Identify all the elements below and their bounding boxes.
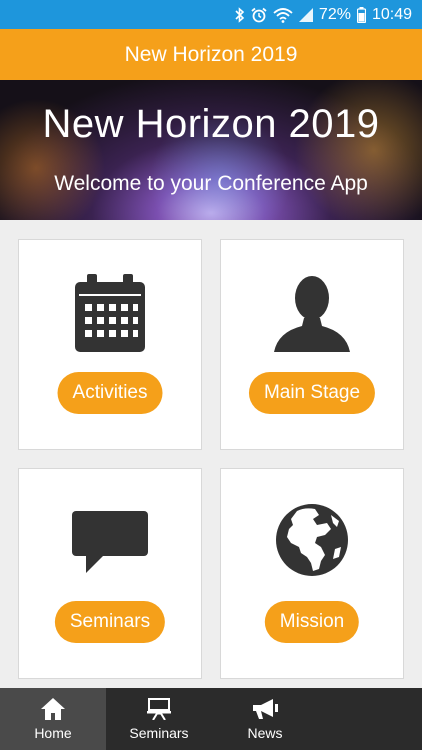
nav-news-label: News [247,724,283,741]
tile-seminars[interactable]: Seminars [18,468,202,679]
app-bar-title: New Horizon 2019 [124,42,298,66]
bottom-nav: Home Seminars News [0,688,422,750]
battery-percent: 72% [318,5,351,23]
nav-home[interactable]: Home [0,688,106,750]
person-icon [274,276,350,352]
tile-activities[interactable]: Activities [18,239,202,450]
hero-title: New Horizon 2019 [42,102,380,146]
megaphone-icon [253,698,278,719]
signal-icon [298,7,313,22]
nav-home-label: Home [34,724,72,741]
nav-news[interactable]: News [212,688,318,750]
nav-seminars[interactable]: Seminars [106,688,212,750]
wifi-icon [273,7,293,23]
seminars-button[interactable]: Seminars [54,601,166,643]
tile-main-stage[interactable]: Main Stage [220,239,404,450]
activities-button[interactable]: Activities [57,372,163,414]
globe-icon [276,504,348,576]
nav-seminars-label: Seminars [129,724,189,741]
presentation-icon [147,697,171,720]
status-bar: 72% 10:49 [0,0,422,29]
alarm-icon [251,7,267,22]
bluetooth-icon [235,6,245,23]
app-bar: New Horizon 2019 [0,29,422,80]
clock: 10:49 [371,5,412,23]
battery-icon [356,6,366,23]
home-icon [41,697,65,720]
mission-button[interactable]: Mission [264,601,360,643]
hero-banner: New Horizon 2019 Welcome to your Confere… [0,80,422,220]
main-stage-button[interactable]: Main Stage [248,372,376,414]
hero-subtitle: Welcome to your Conference App [54,172,368,195]
speech-bubble-icon [72,511,148,573]
tile-mission[interactable]: Mission [220,468,404,679]
calendar-icon [75,274,145,352]
